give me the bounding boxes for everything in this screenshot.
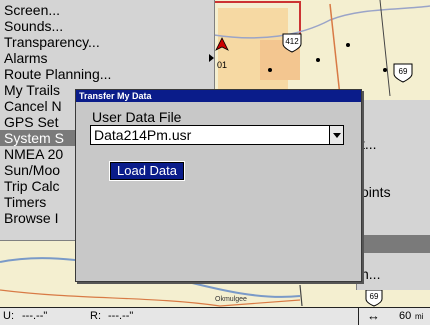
- city-marker: [346, 43, 350, 47]
- menu-item-label: Alarms: [4, 50, 48, 66]
- city-marker: [268, 68, 272, 72]
- menu-item-transparency[interactable]: Transparency...: [4, 34, 100, 50]
- scale-unit: mi: [415, 312, 424, 321]
- file-select-value: Data214Pm.usr: [94, 127, 192, 143]
- menu-item-trip-calc[interactable]: Trip Calc: [4, 178, 60, 194]
- menu-item-alarms[interactable]: Alarms: [4, 50, 214, 66]
- r-label: R:: [90, 310, 101, 322]
- route-label: 01: [217, 60, 227, 70]
- submenu-item-selected[interactable]: [357, 235, 430, 253]
- u-label: U:: [3, 310, 14, 322]
- highway-shield-label: 69: [399, 67, 408, 76]
- scale-value: 60: [399, 310, 412, 322]
- dropdown-arrow-icon[interactable]: [329, 126, 343, 144]
- menu-item-my-trails[interactable]: My Trails: [4, 82, 60, 98]
- user-data-file-label: User Data File: [92, 109, 182, 125]
- dialog-title: Transfer My Data: [76, 90, 361, 102]
- city-marker: [316, 58, 320, 62]
- menu-item-cancel-navigation[interactable]: Cancel N: [4, 98, 62, 114]
- map-label: Okmulgee: [215, 296, 247, 303]
- menu-item-sounds[interactable]: Sounds...: [4, 18, 63, 34]
- r-value: ---.--": [108, 310, 134, 322]
- load-data-button[interactable]: Load Data: [109, 161, 185, 181]
- menu-item-timers[interactable]: Timers: [4, 194, 46, 210]
- city-marker: [383, 68, 387, 72]
- menu-item-nmea[interactable]: NMEA 20: [4, 146, 63, 162]
- map-scale: ↔ 60 mi: [358, 308, 430, 325]
- submenu-item[interactable]: t...: [361, 136, 377, 152]
- highway-shield-label: 412: [285, 37, 299, 46]
- menu-item-screen[interactable]: Screen...: [4, 2, 60, 18]
- submenu-panel: t... oints n...: [356, 100, 430, 290]
- u-value: ---.--": [22, 310, 48, 322]
- menu-item-sun-moon[interactable]: Sun/Moo: [4, 162, 60, 178]
- user-data-file-select[interactable]: Data214Pm.usr: [90, 125, 344, 145]
- submenu-item[interactable]: oints: [361, 184, 391, 200]
- submenu-item[interactable]: n...: [361, 266, 380, 282]
- status-bar: U: ---.--" R: ---.--" ↔ 60 mi: [0, 307, 430, 325]
- highway-shield-label: 69: [370, 292, 379, 301]
- submenu-arrow-icon: [209, 54, 214, 62]
- menu-item-route-planning[interactable]: Route Planning...: [4, 66, 111, 82]
- transfer-dialog: Transfer My Data User Data File Data214P…: [75, 89, 362, 282]
- highway-shield: 69: [365, 289, 383, 307]
- menu-item-browse[interactable]: Browse I: [4, 210, 58, 226]
- scale-arrow-icon: ↔: [367, 308, 380, 323]
- menu-item-gps-setup[interactable]: GPS Set: [4, 114, 58, 130]
